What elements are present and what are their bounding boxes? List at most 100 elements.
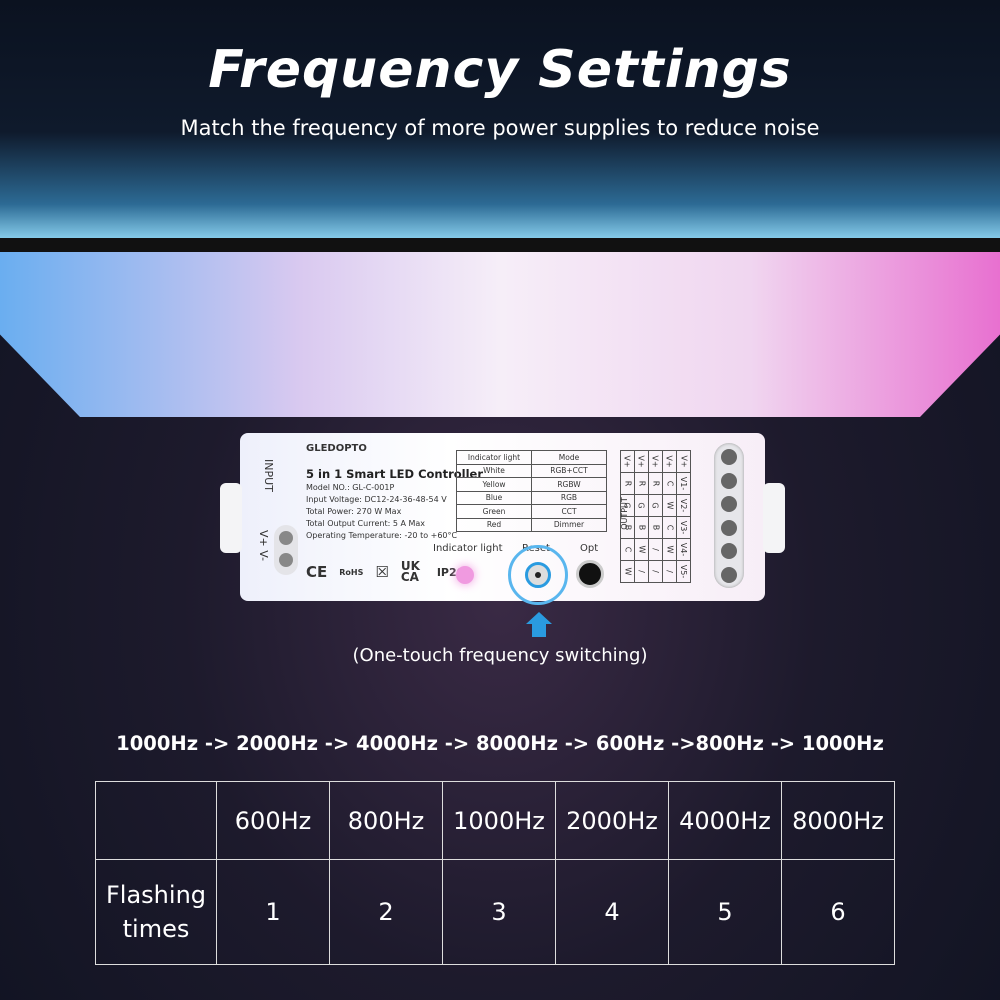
output-cell: W xyxy=(662,494,677,517)
table-header: 1000Hz xyxy=(442,781,557,860)
table-cell: 2 xyxy=(329,859,444,965)
output-cell-label: V+ xyxy=(679,455,689,468)
output-cell-label: V+ xyxy=(651,455,660,468)
light-panel-frame xyxy=(0,238,1000,252)
ukca-mark: UK CA xyxy=(400,559,420,584)
output-cell-label: G xyxy=(636,502,646,509)
output-cell: V2- xyxy=(675,494,692,517)
table-header: 8000Hz xyxy=(781,781,896,860)
output-cell: V+ xyxy=(648,450,663,473)
light-panel xyxy=(0,252,1000,417)
output-table: V+ V+ V+ V+ V+ R R R C V1- G G G W V2- B B B C V3- C W / W V4- W /… xyxy=(620,450,692,583)
output-cell-label: V1- xyxy=(679,476,689,491)
spec-current: Total Output Current: 5 A Max xyxy=(306,519,426,528)
led-controller: INPUT V+ V- GLEDOPTO 5 in 1 Smart LED Co… xyxy=(220,433,785,605)
output-cell: V4- xyxy=(675,538,692,561)
output-cell-label: V4- xyxy=(679,542,689,557)
page-subtitle: Match the frequency of more power suppli… xyxy=(180,116,820,140)
output-cell-label: V+ xyxy=(623,455,632,468)
output-cell-label: C xyxy=(665,524,674,531)
table-cell: 1 xyxy=(216,859,331,965)
output-cell: G xyxy=(634,494,649,517)
rohs-mark: RoHS xyxy=(339,567,364,577)
output-cell-label: G xyxy=(650,502,660,509)
arrow-up-icon-stem xyxy=(532,623,546,637)
output-cell: G xyxy=(648,494,663,517)
output-cell: V5- xyxy=(675,560,692,583)
mode-cell: RGB xyxy=(531,490,607,505)
input-terminal-label: V+ V- xyxy=(257,529,271,562)
mode-table-header: Mode xyxy=(531,450,607,465)
output-cell-label: V+ xyxy=(665,455,674,468)
table-header xyxy=(94,781,218,860)
output-cell-label: / xyxy=(636,570,646,573)
output-cell: C xyxy=(662,472,677,495)
output-cell-label: / xyxy=(650,570,660,573)
output-cell: R xyxy=(620,472,635,495)
mode-cell: Blue xyxy=(456,490,532,505)
mode-cell: Dimmer xyxy=(531,517,607,532)
output-cell-label: R xyxy=(637,480,646,487)
table-header: 600Hz xyxy=(216,781,331,860)
cert-marks: CE RoHS ☒ UK CA IP20 xyxy=(306,559,464,584)
mode-cell: RGB+CCT xyxy=(531,463,607,478)
mode-cell: White xyxy=(456,463,532,478)
table-cell: 3 xyxy=(442,859,557,965)
output-cell: W xyxy=(620,560,635,583)
output-cell: C xyxy=(620,538,635,561)
output-cell: / xyxy=(648,538,663,561)
output-cell: B xyxy=(648,516,663,539)
table-header: 2000Hz xyxy=(555,781,670,860)
output-cell: W xyxy=(662,538,677,561)
output-cell: R xyxy=(634,472,649,495)
mode-cell: CCT xyxy=(531,504,607,519)
output-label: OUTPUT xyxy=(619,497,629,530)
opt-button[interactable] xyxy=(576,560,604,588)
caption: (One-touch frequency switching) xyxy=(352,645,648,666)
mode-table-header: Indicator light xyxy=(456,450,532,465)
mount-ear-right xyxy=(763,483,785,553)
output-cell-label: B xyxy=(637,524,646,531)
table-header: 800Hz xyxy=(329,781,444,860)
indicator-label: Indicator light xyxy=(433,543,503,554)
output-cell: / xyxy=(648,560,663,583)
mode-cell: Green xyxy=(456,504,532,519)
output-cell: / xyxy=(662,560,677,583)
output-cell: R xyxy=(648,472,663,495)
output-cell-label: V3- xyxy=(679,520,689,535)
output-cell: V1- xyxy=(675,472,692,495)
page-title: Frequency Settings xyxy=(208,40,792,100)
output-cell-label: R xyxy=(623,480,632,487)
table-cell: 4 xyxy=(555,859,670,965)
output-cell-label: W xyxy=(664,501,674,510)
output-cell-label: R xyxy=(651,480,660,487)
opt-label: Opt xyxy=(580,543,599,554)
frequency-sequence: 1000Hz -> 2000Hz -> 4000Hz -> 8000Hz -> … xyxy=(116,732,884,755)
reset-button[interactable] xyxy=(508,545,568,605)
mode-cell: Red xyxy=(456,517,532,532)
input-terminal xyxy=(274,525,298,575)
mount-ear-left xyxy=(220,483,242,553)
output-cell-label: / xyxy=(664,570,674,573)
output-cell-label: B xyxy=(651,524,660,531)
output-cell: / xyxy=(634,560,649,583)
output-cell: V+ xyxy=(675,450,692,473)
row-label: Flashing times xyxy=(94,859,218,965)
brand-logo: GLEDOPTO xyxy=(306,443,367,454)
output-cell-label: V2- xyxy=(679,498,689,513)
output-cell-label: W xyxy=(636,545,646,554)
output-cell: V+ xyxy=(634,450,649,473)
output-cell: V3- xyxy=(675,516,692,539)
output-cell: V+ xyxy=(662,450,677,473)
output-cell: C xyxy=(662,516,677,539)
output-cell-label: W xyxy=(664,545,674,554)
spec-model: Model NO.: GL-C-001P xyxy=(306,483,395,492)
indicator-light xyxy=(456,566,474,584)
output-cell-label: C xyxy=(665,480,674,487)
input-label: INPUT xyxy=(261,459,275,492)
output-cell-label: W xyxy=(622,567,632,576)
output-cell-label: / xyxy=(650,548,660,551)
mode-cell: Yellow xyxy=(456,477,532,492)
output-cell: V+ xyxy=(620,450,635,473)
output-cell-label: V+ xyxy=(637,455,646,468)
